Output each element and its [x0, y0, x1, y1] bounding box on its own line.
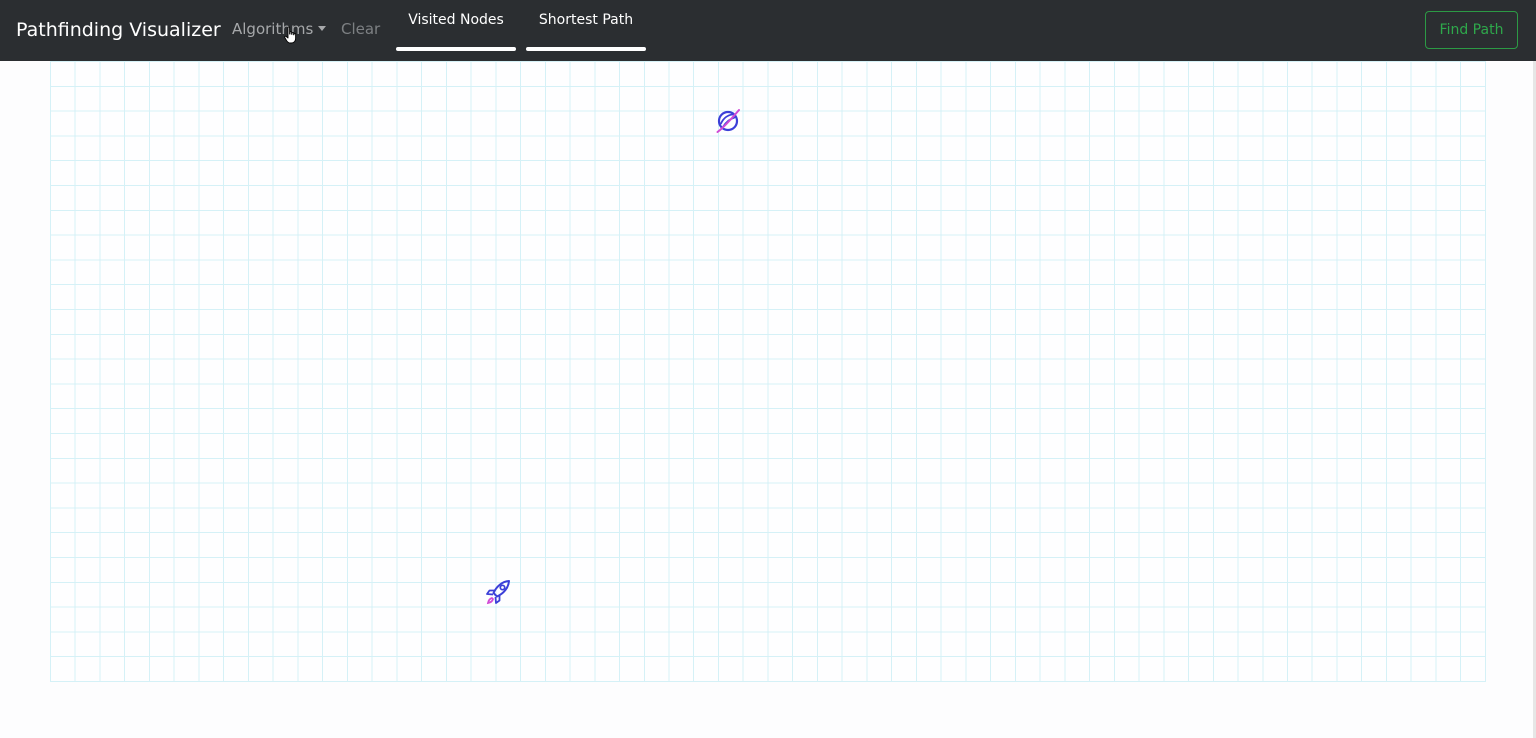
legend-visited-nodes: Visited Nodes [396, 0, 516, 54]
start-node[interactable] [484, 578, 512, 606]
algorithms-label: Algorithms [232, 20, 314, 38]
pathfinding-grid[interactable] [50, 61, 1486, 682]
legend-visited-swatch [396, 47, 516, 51]
find-path-button[interactable]: Find Path [1425, 11, 1518, 49]
rocket-icon [486, 580, 510, 605]
algorithms-dropdown[interactable]: Algorithms [232, 19, 327, 39]
caret-down-icon [318, 26, 327, 31]
planet-icon [716, 109, 740, 133]
legend-visited-label: Visited Nodes [408, 12, 504, 28]
clear-button[interactable]: Clear [341, 19, 380, 39]
navbar: Pathfinding Visualizer Algorithms Clear … [0, 0, 1536, 61]
brand-title[interactable]: Pathfinding Visualizer [16, 18, 221, 42]
hand-pointer-icon [284, 26, 298, 48]
legend-shortest-swatch [526, 47, 646, 51]
legend-shortest-label: Shortest Path [538, 12, 634, 28]
target-node[interactable] [714, 107, 742, 135]
legend-shortest-path: Shortest Path [526, 0, 646, 54]
